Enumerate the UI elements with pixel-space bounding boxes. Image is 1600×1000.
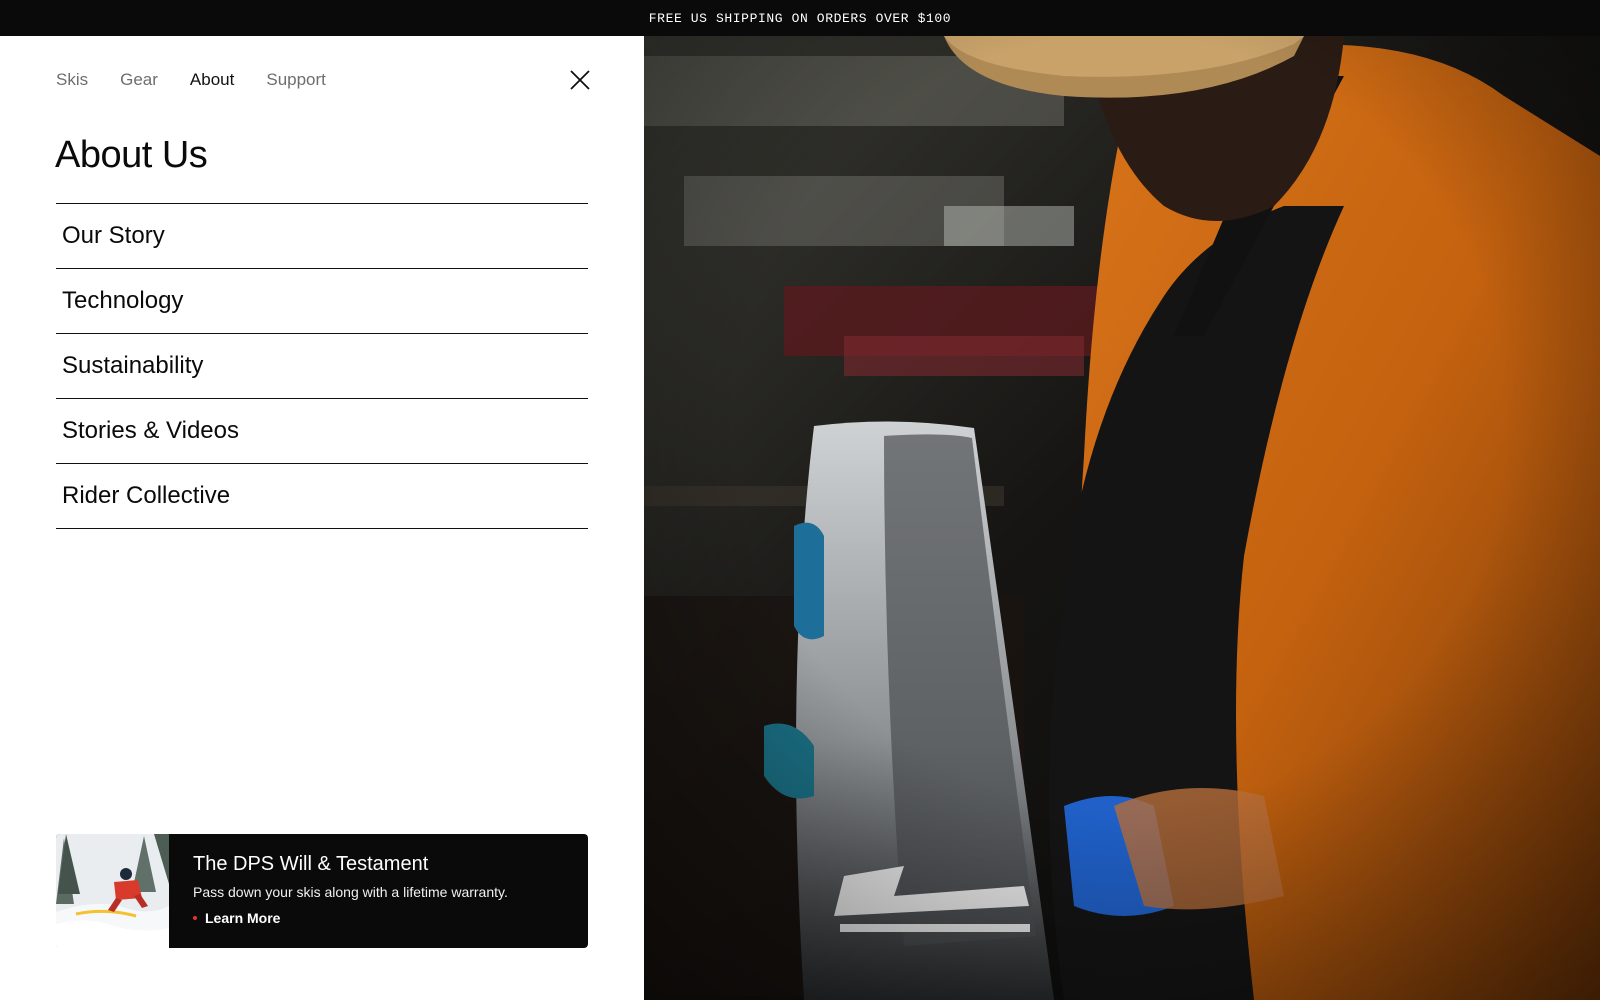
- nav-item-about[interactable]: About: [190, 70, 234, 90]
- menu-item-stories-videos[interactable]: Stories & Videos: [56, 399, 588, 464]
- menu-item-technology[interactable]: Technology: [56, 269, 588, 334]
- menu-item-rider-collective[interactable]: Rider Collective: [56, 464, 588, 529]
- learn-more-link[interactable]: Learn More: [193, 910, 508, 926]
- promo-bar: FREE US SHIPPING ON ORDERS OVER $100: [0, 0, 1600, 36]
- bullet-dot-icon: [193, 916, 197, 920]
- promo-thumbnail-image: [56, 834, 169, 948]
- nav-item-skis[interactable]: Skis: [56, 70, 88, 90]
- menu-item-sustainability[interactable]: Sustainability: [56, 334, 588, 399]
- promo-card[interactable]: The DPS Will & Testament Pass down your …: [56, 834, 588, 948]
- close-icon: [570, 70, 590, 90]
- menu-item-our-story[interactable]: Our Story: [56, 204, 588, 269]
- promo-card-title: The DPS Will & Testament: [193, 853, 429, 875]
- about-menu-panel: Skis Gear About Support About Us Our Sto…: [0, 36, 644, 1000]
- section-title: About Us: [55, 134, 208, 176]
- close-button[interactable]: [568, 68, 592, 92]
- promo-card-body: The DPS Will & Testament Pass down your …: [169, 834, 508, 948]
- learn-more-label: Learn More: [205, 910, 281, 926]
- top-nav: Skis Gear About Support: [56, 70, 326, 90]
- nav-item-gear[interactable]: Gear: [120, 70, 158, 90]
- promo-bar-text: FREE US SHIPPING ON ORDERS OVER $100: [648, 10, 952, 26]
- nav-item-support[interactable]: Support: [266, 70, 326, 90]
- hero-photo-ski-technician: [644, 36, 1600, 1000]
- about-menu-list: Our Story Technology Sustainability Stor…: [56, 203, 588, 529]
- promo-card-description: Pass down your skis along with a lifetim…: [193, 884, 508, 900]
